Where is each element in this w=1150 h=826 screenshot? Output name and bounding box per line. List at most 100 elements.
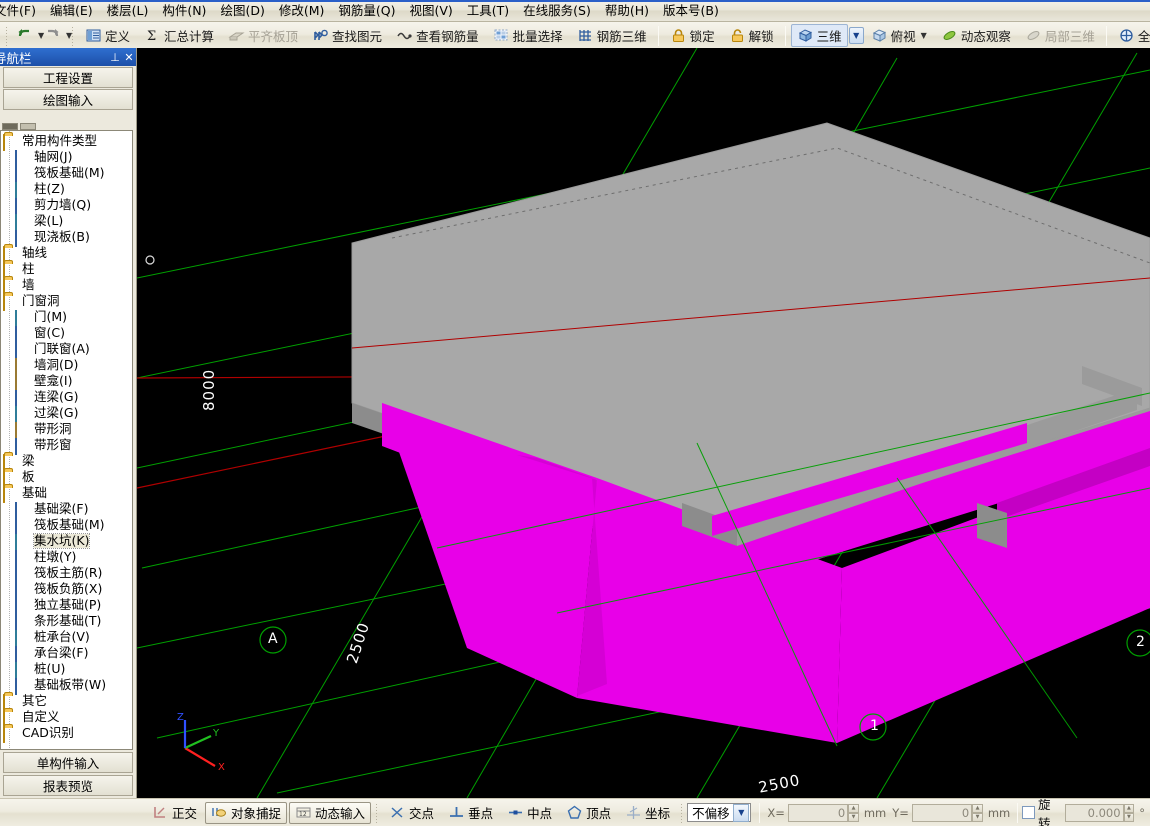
ortho-toggle[interactable]: 正交 — [146, 802, 203, 824]
tree-item[interactable]: 连梁(G) — [1, 389, 132, 407]
batch-select-button[interactable]: 批量选择 — [487, 24, 569, 47]
tree-item[interactable]: 桩承台(V) — [1, 629, 132, 647]
tree-item[interactable]: 其它 — [1, 693, 132, 711]
tree-tab-strip[interactable] — [0, 112, 133, 130]
dynamic-input-toggle[interactable]: 12 动态输入 — [289, 801, 372, 824]
tree-item[interactable]: 筏板负筋(X) — [1, 581, 132, 599]
tree-item[interactable]: 窗(C) — [1, 325, 132, 343]
tree-item[interactable]: CAD识别 — [1, 725, 132, 743]
tree-item[interactable]: 过梁(G) — [1, 405, 132, 423]
menu-item-floor[interactable]: 楼层(L) — [100, 1, 156, 21]
top-view-button[interactable]: 俯视 ▼ — [865, 24, 933, 47]
tree-item[interactable]: 承台梁(F) — [1, 645, 132, 663]
menu-item-rebar-quantity[interactable]: 钢筋量(Q) — [331, 1, 402, 21]
tree-item[interactable]: 基础板带(W) — [1, 677, 132, 695]
statusbar-grip-2[interactable] — [680, 802, 685, 823]
tree-item[interactable]: 门(M) — [1, 309, 132, 327]
y-spinner[interactable]: ▲ ▼ — [972, 803, 983, 822]
define-button[interactable]: 定义 — [79, 24, 136, 47]
x-spinner[interactable]: ▲ ▼ — [848, 803, 859, 822]
fullscreen-button[interactable]: 全屏 — [1112, 24, 1150, 47]
tree-item[interactable]: 带形洞 — [1, 421, 132, 439]
summary-calc-button[interactable]: Σ 汇总计算 — [138, 24, 220, 47]
tree-item[interactable]: 常用构件类型 — [1, 133, 132, 151]
view-3d-dropdown[interactable]: ▼ — [848, 27, 864, 44]
tree-item[interactable]: 带形窗 — [1, 437, 132, 455]
menu-item-modify[interactable]: 修改(M) — [272, 1, 332, 21]
toolbar-grip-2[interactable] — [71, 25, 75, 46]
tree-item[interactable]: 独立基础(P) — [1, 597, 132, 615]
redo-button[interactable]: ▼ — [41, 24, 72, 47]
rotate-checkbox[interactable] — [1022, 806, 1035, 819]
top-view-caret-icon[interactable]: ▼ — [921, 31, 927, 40]
object-snap-toggle[interactable]: 对象捕捉 — [205, 801, 288, 824]
offset-mode-arrow-icon[interactable]: ▼ — [733, 803, 750, 822]
x-coordinate-input[interactable]: 0 — [787, 803, 849, 822]
partial-3d-button[interactable]: 局部三维 — [1019, 24, 1101, 47]
menu-item-online-service[interactable]: 在线服务(S) — [516, 1, 598, 21]
tree-item[interactable]: 基础 — [1, 485, 132, 503]
lock-button[interactable]: 锁定 — [664, 24, 721, 47]
tree-item[interactable]: 轴线 — [1, 245, 132, 263]
flush-slab-top-button[interactable]: 平齐板顶 — [222, 24, 304, 47]
tree-item[interactable]: 自定义 — [1, 709, 132, 727]
y-coordinate-input[interactable]: 0 — [911, 803, 973, 822]
tree-item[interactable]: 现浇板(B) — [1, 229, 132, 247]
draw-input-button[interactable]: 绘图输入 — [3, 89, 133, 110]
tree-item[interactable]: 筏板主筋(R) — [1, 565, 132, 583]
offset-mode-combo[interactable]: 不偏移 ▼ — [687, 803, 752, 822]
rotate-input[interactable]: 0.000 — [1065, 803, 1124, 822]
view-3d-button[interactable]: 三维 — [790, 24, 848, 47]
tree-tab-2[interactable] — [20, 123, 36, 130]
tree-item[interactable]: 墙 — [1, 277, 132, 295]
tree-item[interactable]: 梁 — [1, 453, 132, 471]
pin-icon[interactable]: ⊥ — [108, 51, 122, 64]
dynamic-observe-button[interactable]: 动态观察 — [935, 24, 1017, 47]
menu-item-view[interactable]: 视图(V) — [402, 1, 459, 21]
component-tree[interactable]: 常用构件类型 轴网(J) 筏板基础(M) 柱(Z) 剪力墙(Q) 梁(L) 现浇板(B) 轴线… — [0, 130, 133, 750]
tree-item[interactable]: 集水坑(K) — [1, 533, 132, 551]
unlock-button[interactable]: 解锁 — [723, 24, 780, 47]
close-icon[interactable]: ✕ — [122, 51, 136, 64]
undo-button[interactable]: ▼ — [13, 24, 44, 47]
report-preview-button[interactable]: 报表预览 — [3, 775, 133, 796]
menu-item-version[interactable]: 版本号(B) — [656, 1, 726, 21]
midpoint-snap-button[interactable]: 中点 — [501, 802, 558, 824]
tree-item[interactable]: 筏板基础(M) — [1, 165, 132, 183]
perpendicular-snap-button[interactable]: 垂点 — [442, 802, 499, 824]
menu-item-tools[interactable]: 工具(T) — [460, 1, 516, 21]
statusbar-grip[interactable] — [375, 802, 380, 823]
tree-item[interactable]: 壁龛(I) — [1, 373, 132, 391]
menu-item-file[interactable]: 文件(F) — [0, 1, 43, 21]
menu-item-edit[interactable]: 编辑(E) — [43, 1, 100, 21]
menu-item-help[interactable]: 帮助(H) — [598, 1, 656, 21]
project-settings-button[interactable]: 工程设置 — [3, 67, 133, 88]
rebar-3d-button[interactable]: 钢筋三维 — [571, 24, 653, 47]
tree-tab-1[interactable] — [2, 123, 18, 130]
tree-item[interactable]: 门窗洞 — [1, 293, 132, 311]
tree-item[interactable]: 条形基础(T) — [1, 613, 132, 631]
rotate-spinner[interactable]: ▲ ▼ — [1123, 803, 1135, 822]
tree-item[interactable]: 梁(L) — [1, 213, 132, 231]
tree-item[interactable]: 桩(U) — [1, 661, 132, 679]
tree-item[interactable]: 剪力墙(Q) — [1, 197, 132, 215]
coordinate-snap-button[interactable]: 坐标 — [619, 802, 676, 824]
single-component-input-button[interactable]: 单构件输入 — [3, 752, 133, 773]
tree-item[interactable]: 筏板基础(M) — [1, 517, 132, 535]
tree-item[interactable]: 柱墩(Y) — [1, 549, 132, 567]
menu-item-draw[interactable]: 绘图(D) — [213, 1, 271, 21]
tree-item[interactable]: 基础梁(F) — [1, 501, 132, 519]
view-rebar-quantity-button[interactable]: 查看钢筋量 — [390, 24, 485, 47]
tree-item[interactable]: 板 — [1, 469, 132, 487]
3d-model-viewport[interactable]: X Y Z 8000 2500 2500 A 1 2 — [137, 48, 1150, 798]
intersection-snap-button[interactable]: 交点 — [383, 802, 440, 824]
menu-item-component[interactable]: 构件(N) — [155, 1, 213, 21]
tree-item[interactable]: 墙洞(D) — [1, 357, 132, 375]
tree-item[interactable]: 柱 — [1, 261, 132, 279]
find-element-button[interactable]: 查找图元 — [306, 24, 388, 47]
vertex-snap-button[interactable]: 顶点 — [560, 802, 617, 824]
toolbar-grip[interactable] — [5, 25, 9, 46]
tree-item[interactable]: 门联窗(A) — [1, 341, 132, 359]
tree-item[interactable]: 轴网(J) — [1, 149, 132, 167]
tree-item[interactable]: 柱(Z) — [1, 181, 132, 199]
